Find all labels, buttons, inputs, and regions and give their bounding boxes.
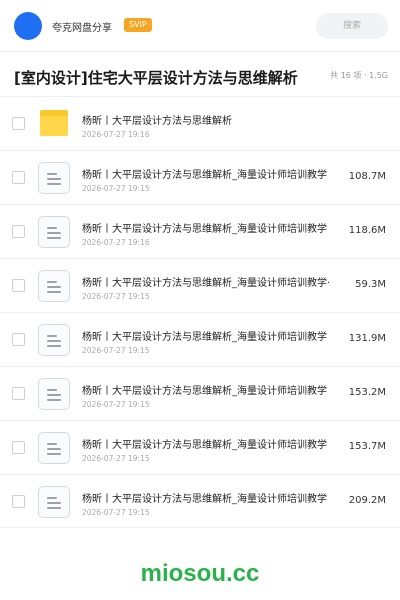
file-name: 杨昕丨大平层设计方法与思维解析_海量设计师培训教学 bbox=[82, 494, 327, 505]
list-item[interactable]: 杨昕丨大平层设计方法与思维解析_海量设计师培训教学 2026-07-27 19:… bbox=[0, 474, 400, 528]
file-name: 杨昕丨大平层设计方法与思维解析_海量设计师培训教学· bbox=[82, 278, 331, 289]
file-name: 杨昕丨大平层设计方法与思维解析_海量设计师培训教学 bbox=[82, 440, 327, 451]
list-item[interactable]: 杨昕丨大平层设计方法与思维解析_海量设计师培训教学 2026-07-27 19:… bbox=[0, 150, 400, 204]
folder-icon bbox=[40, 110, 68, 136]
watermark: miosou.cc bbox=[140, 560, 260, 587]
document-icon bbox=[38, 378, 70, 410]
file-size: 153.2M bbox=[347, 387, 386, 398]
document-icon bbox=[38, 324, 70, 356]
file-date: 2026-07-27 19:15 bbox=[82, 346, 150, 355]
list-item[interactable]: 杨昕丨大平层设计方法与思维解析_海量设计师培训教学· 2026-07-27 19… bbox=[0, 258, 400, 312]
document-icon bbox=[38, 162, 70, 194]
file-list: 杨昕丨大平层设计方法与思维解析 2026-07-27 19:16 杨昕丨大平层设… bbox=[0, 96, 400, 528]
share-summary: 共 16 项 · 1.5G bbox=[330, 71, 388, 80]
list-item[interactable]: 杨昕丨大平层设计方法与思维解析_海量设计师培训教学 2026-07-27 19:… bbox=[0, 204, 400, 258]
list-item[interactable]: 杨昕丨大平层设计方法与思维解析_海量设计师培训教学 2026-07-27 19:… bbox=[0, 366, 400, 420]
page-title: [室内设计]住宅大平层设计方法与思维解析 bbox=[14, 69, 298, 87]
list-item[interactable]: 杨昕丨大平层设计方法与思维解析_海量设计师培训教学 2026-07-27 19:… bbox=[0, 420, 400, 474]
select-checkbox[interactable] bbox=[12, 387, 25, 400]
brand-name: 夸克网盘分享 bbox=[52, 23, 112, 34]
select-checkbox[interactable] bbox=[12, 117, 25, 130]
file-date: 2026-07-27 19:16 bbox=[82, 130, 150, 139]
file-name: 杨昕丨大平层设计方法与思维解析_海量设计师培训教学 bbox=[82, 332, 327, 343]
file-name: 杨昕丨大平层设计方法与思维解析_海量设计师培训教学 bbox=[82, 170, 327, 181]
file-name: 杨昕丨大平层设计方法与思维解析_海量设计师培训教学 bbox=[82, 224, 327, 235]
file-date: 2026-07-27 19:15 bbox=[82, 292, 150, 301]
file-size: 209.2M bbox=[347, 495, 386, 506]
list-item[interactable]: 杨昕丨大平层设计方法与思维解析 2026-07-27 19:16 bbox=[0, 96, 400, 150]
file-size: 118.6M bbox=[347, 225, 386, 236]
file-date: 2026-07-27 19:16 bbox=[82, 238, 150, 247]
file-size: 108.7M bbox=[347, 171, 386, 182]
document-icon bbox=[38, 432, 70, 464]
avatar[interactable] bbox=[14, 12, 42, 40]
document-icon bbox=[38, 270, 70, 302]
select-checkbox[interactable] bbox=[12, 495, 25, 508]
file-size: 131.9M bbox=[347, 333, 386, 344]
document-icon bbox=[38, 216, 70, 248]
select-checkbox[interactable] bbox=[12, 279, 25, 292]
file-size: 59.3M bbox=[354, 279, 386, 290]
select-checkbox[interactable] bbox=[12, 171, 25, 184]
header-bar: 夸克网盘分享 SVIP bbox=[0, 0, 400, 52]
list-item[interactable]: 杨昕丨大平层设计方法与思维解析_海量设计师培训教学 2026-07-27 19:… bbox=[0, 312, 400, 366]
file-size: 153.7M bbox=[347, 441, 386, 452]
search-input[interactable] bbox=[316, 13, 388, 39]
file-date: 2026-07-27 19:15 bbox=[82, 400, 150, 409]
svip-badge: SVIP bbox=[124, 18, 152, 32]
file-date: 2026-07-27 19:15 bbox=[82, 184, 150, 193]
select-checkbox[interactable] bbox=[12, 225, 25, 238]
select-checkbox[interactable] bbox=[12, 441, 25, 454]
select-checkbox[interactable] bbox=[12, 333, 25, 346]
document-icon bbox=[38, 486, 70, 518]
file-date: 2026-07-27 19:15 bbox=[82, 508, 150, 517]
file-date: 2026-07-27 19:15 bbox=[82, 454, 150, 463]
file-name: 杨昕丨大平层设计方法与思维解析_海量设计师培训教学 bbox=[82, 386, 327, 397]
file-name: 杨昕丨大平层设计方法与思维解析 bbox=[82, 116, 232, 127]
